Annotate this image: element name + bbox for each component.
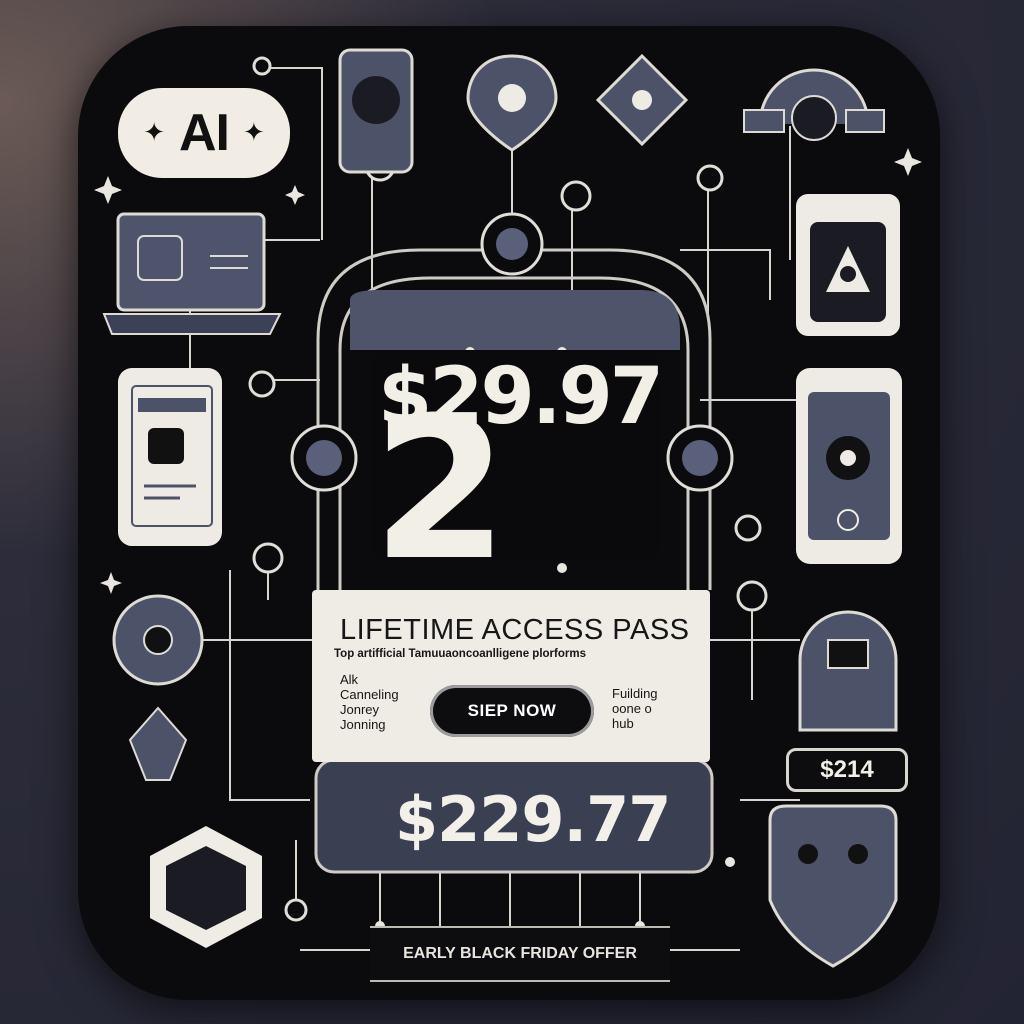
feature-item: Jonning [340, 717, 386, 732]
ai-badge: ✦ AI ✦ [118, 88, 290, 178]
target-icon [112, 594, 204, 686]
compass-icon [743, 68, 885, 141]
shield-face-icon [768, 804, 898, 968]
main-price-big-digit: 2 [372, 376, 509, 604]
hexagon-icon [150, 826, 262, 948]
sparkle-icon: ✦ [143, 118, 165, 148]
secondary-price: $229.77 [395, 783, 671, 856]
small-price-badge: $214 [786, 748, 908, 792]
offer-ribbon: EARLY BLACK FRIDAY OFFER [370, 926, 670, 982]
robot-icon [798, 610, 898, 732]
feature-item: hub [612, 716, 634, 731]
feature-list-right: Fuilding oone o hub [612, 686, 658, 731]
offer-subtitle: Top artifficial Tamuuaoncoanlligene plor… [334, 648, 586, 660]
phone-icon [796, 368, 902, 564]
feature-item: Fuilding [612, 686, 658, 701]
phone-icon [338, 48, 414, 174]
shop-now-button[interactable]: SIEP NOW [430, 685, 594, 737]
offer-ribbon-label: EARLY BLACK FRIDAY OFFER [403, 945, 637, 962]
feature-item: oone o [612, 701, 652, 716]
sparkle-icon: ✦ [243, 118, 265, 148]
laptop-icon [102, 212, 282, 335]
feature-item: Alk [340, 672, 359, 687]
tablet-icon [796, 194, 900, 336]
ai-badge-text: AI [179, 104, 230, 162]
feature-item: Canneling [340, 687, 399, 702]
map-pin-icon [466, 54, 558, 152]
diamond-eye-icon [595, 53, 689, 147]
feature-list-left: Alk Canneling Jonrey Jonning [340, 672, 399, 732]
feature-item: Jonrey [340, 702, 380, 717]
phone-icon [118, 368, 222, 546]
offer-title: LIFETIME ACCESS PASS [340, 614, 690, 646]
